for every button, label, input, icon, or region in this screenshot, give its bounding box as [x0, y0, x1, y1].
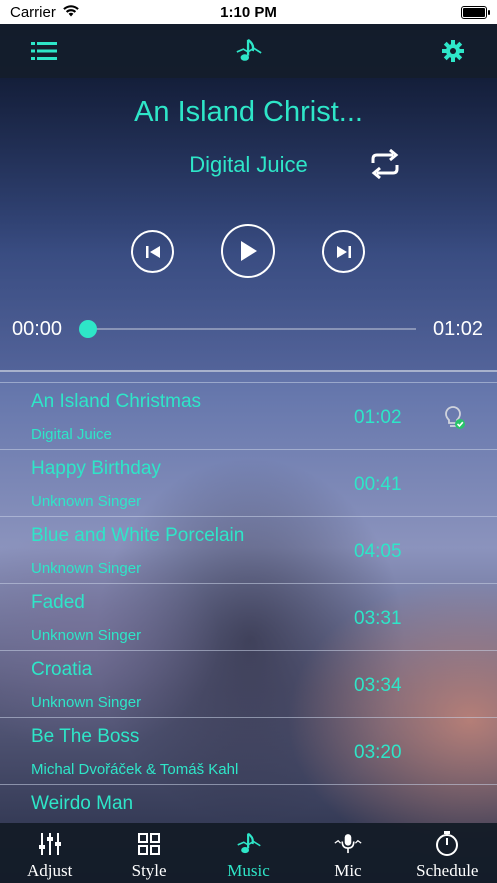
- tab-label: Music: [227, 861, 270, 880]
- song-artist: Unknown Singer: [31, 627, 142, 644]
- song-artist: Digital Juice: [31, 426, 112, 443]
- carrier-label: Carrier: [10, 3, 56, 21]
- tab-mic[interactable]: Mic: [298, 823, 397, 883]
- song-artist: Michal Dvořáček & Tomáš Kahl: [31, 761, 239, 778]
- song-title: Blue and White Porcelain: [31, 525, 245, 546]
- now-playing-bulb-icon: [443, 405, 467, 431]
- song-title: Be The Boss: [31, 726, 140, 747]
- song-row[interactable]: Blue and White Porcelain Unknown Singer 04…: [0, 516, 497, 583]
- divider: [0, 370, 497, 372]
- music-note-icon: [235, 831, 263, 857]
- tab-music[interactable]: Music: [199, 823, 298, 883]
- battery-icon: [461, 5, 490, 19]
- song-title: Happy Birthday: [31, 458, 161, 479]
- song-artist: Unknown Singer: [31, 493, 142, 510]
- wifi-icon: [62, 4, 80, 21]
- total-time: 01:02: [433, 318, 484, 340]
- next-button[interactable]: [322, 230, 365, 273]
- top-nav: [0, 24, 497, 78]
- tab-label: Style: [131, 861, 167, 880]
- song-row[interactable]: Happy Birthday Unknown Singer 00:41: [0, 449, 497, 516]
- song-title: Weirdo Man: [31, 793, 134, 814]
- song-duration: 03:34: [354, 675, 402, 696]
- tab-adjust[interactable]: Adjust: [0, 823, 99, 883]
- status-left: Carrier: [10, 4, 80, 21]
- list-icon[interactable]: [30, 37, 58, 65]
- song-row[interactable]: Weirdo Man: [0, 784, 497, 823]
- song-duration: 03:20: [354, 742, 402, 763]
- song-title: Faded: [31, 592, 85, 613]
- play-button[interactable]: [221, 224, 275, 278]
- previous-button[interactable]: [131, 230, 174, 273]
- song-artist: Unknown Singer: [31, 694, 142, 711]
- progress-slider[interactable]: [79, 320, 416, 338]
- timer-icon: [433, 831, 461, 857]
- status-bar: Carrier 1:10 PM: [0, 0, 497, 24]
- song-duration: 04:05: [354, 541, 402, 562]
- tab-label: Adjust: [27, 861, 73, 880]
- song-duration: 01:02: [354, 407, 402, 428]
- song-row[interactable]: Be The Boss Michal Dvořáček & Tomáš Kahl 0…: [0, 717, 497, 784]
- progress-thumb[interactable]: [79, 320, 97, 338]
- song-artist: Unknown Singer: [31, 560, 142, 577]
- song-row[interactable]: An Island Christmas Digital Juice 01:02: [0, 382, 497, 449]
- tab-style[interactable]: Style: [99, 823, 198, 883]
- tab-bar: Adjust Style Music Mic Schedule: [0, 823, 497, 883]
- song-title: An Island Christmas: [31, 391, 202, 412]
- now-playing-artist: Digital Juice: [189, 152, 308, 177]
- song-title: Croatia: [31, 659, 93, 680]
- sliders-icon: [36, 831, 64, 857]
- song-row[interactable]: Faded Unknown Singer 03:31: [0, 583, 497, 650]
- tab-label: Schedule: [416, 861, 479, 880]
- repeat-icon[interactable]: [368, 148, 402, 180]
- song-list: An Island Christmas Digital Juice 01:02 Hap…: [0, 382, 497, 823]
- song-row[interactable]: Croatia Unknown Singer 03:34: [0, 650, 497, 717]
- tab-label: Mic: [334, 861, 362, 880]
- now-playing-panel: An Island Christ... Digital Juice 00:00 …: [0, 78, 497, 370]
- now-playing-title: An Island Christ...: [134, 96, 363, 128]
- tab-schedule[interactable]: Schedule: [398, 823, 497, 883]
- skip-forward-icon: [336, 245, 351, 258]
- song-duration: 00:41: [354, 474, 402, 495]
- play-icon: [241, 241, 257, 261]
- current-time: 00:00: [12, 318, 63, 340]
- song-duration: 03:31: [354, 608, 402, 629]
- gear-icon[interactable]: [439, 37, 467, 65]
- music-note-icon: [235, 37, 263, 65]
- microphone-icon: [334, 831, 362, 857]
- grid-icon: [135, 831, 163, 857]
- skip-back-icon: [145, 245, 160, 258]
